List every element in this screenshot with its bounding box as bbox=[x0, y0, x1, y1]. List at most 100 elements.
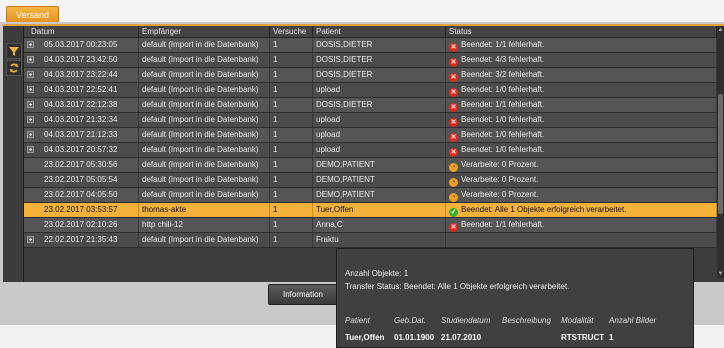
cell-empfaenger: default (Import in die Datenbank) bbox=[139, 158, 270, 172]
cell-patient: Tuer,Offen bbox=[313, 203, 446, 217]
table-row[interactable]: 04.03.2017 23:42:50 default (Import in di… bbox=[24, 53, 717, 68]
table-row[interactable]: 04.03.2017 21:32:34 default (Import in di… bbox=[24, 113, 717, 128]
transfer-panel: Datum Empfänger Versuche Patient Status … bbox=[3, 24, 724, 282]
progress-icon: ◔ bbox=[449, 163, 458, 172]
toolbar-sidebar bbox=[3, 26, 24, 282]
table-row[interactable]: 23.02.2017 03:53:57 thomas-akte 1 Tuer,Offe… bbox=[24, 203, 717, 218]
table-row[interactable]: 23.02.2017 05:05:54 default (Import in di… bbox=[24, 173, 717, 188]
tooltip-transfer-status: Transfer Status: Beendet: Alle 1 Objekte… bbox=[345, 282, 570, 291]
cell-empfaenger: default (Import in die Datenbank) bbox=[139, 68, 270, 82]
cell-datum: 05.03.2017 00:23:05 bbox=[24, 38, 139, 52]
cell-status: ✕ Beendet: 1/0 fehlerhaft. bbox=[446, 128, 717, 142]
cell-versuche: 1 bbox=[270, 233, 313, 247]
cell-versuche: 1 bbox=[270, 98, 313, 112]
tooltip-value-studiendatum: 21.07.2010 bbox=[441, 333, 482, 342]
table-row[interactable]: 04.03.2017 21:12:33 default (Import in di… bbox=[24, 128, 717, 143]
table-row[interactable]: 23.02.2017 05:30:56 default (Import in di… bbox=[24, 158, 717, 173]
tab-bar: Versand bbox=[0, 0, 724, 23]
table-row[interactable]: 04.03.2017 22:12:38 default (Import in di… bbox=[24, 98, 717, 113]
cell-status bbox=[446, 233, 717, 247]
progress-icon: ◔ bbox=[449, 193, 458, 202]
tooltip-value-anzahl-bilder: 1 bbox=[609, 333, 614, 342]
status-text: Verarbeite: 0 Prozent. bbox=[461, 160, 539, 169]
error-icon: ✕ bbox=[449, 88, 458, 97]
cell-datum: 23.02.2017 04:05:50 bbox=[24, 188, 139, 202]
cell-empfaenger: http chili-12 bbox=[139, 218, 270, 232]
tooltip-value-geb-dat: 01.01.1900 bbox=[394, 333, 435, 342]
status-text: Beendet: 1/1 fehlerhaft. bbox=[461, 100, 545, 109]
tooltip-header-patient: Patient bbox=[345, 316, 370, 325]
cell-empfaenger: default (Import in die Datenbank) bbox=[139, 233, 270, 247]
status-text: Beendet: 1/1 fehlerhaft. bbox=[461, 220, 545, 229]
cell-status: ✕ Beendet: 1/1 fehlerhaft. bbox=[446, 218, 717, 232]
table-row[interactable]: 22.02.2017 21:35:43 default (Import in di… bbox=[24, 233, 717, 248]
error-icon: ✕ bbox=[449, 58, 458, 67]
cell-empfaenger: default (Import in die Datenbank) bbox=[139, 188, 270, 202]
error-icon: ✕ bbox=[449, 223, 458, 232]
scroll-down-icon[interactable]: ▼ bbox=[717, 270, 724, 278]
tooltip-object-count: Anzahl Objekte: 1 bbox=[345, 269, 409, 278]
cell-status: ✕ Beendet: 1/1 fehlerhaft. bbox=[446, 98, 717, 112]
status-text: Beendet: 1/0 fehlerhaft. bbox=[461, 130, 545, 139]
vertical-scrollbar[interactable]: ▲ ▼ bbox=[717, 26, 724, 278]
information-button[interactable]: Information bbox=[268, 284, 338, 305]
cell-status: ✕ Beendet: 3/2 fehlerhaft. bbox=[446, 68, 717, 82]
cell-versuche: 1 bbox=[270, 173, 313, 187]
transfer-table: Datum Empfänger Versuche Patient Status … bbox=[24, 26, 717, 278]
tooltip-header-studiendatum: Studiendatum bbox=[441, 316, 491, 325]
cell-empfaenger: default (Import in die Datenbank) bbox=[139, 113, 270, 127]
cell-patient: DEMO,PATIENT bbox=[313, 173, 446, 187]
column-empfaenger[interactable]: Empfänger bbox=[139, 26, 270, 37]
table-row[interactable]: 04.03.2017 22:52:41 default (Import in di… bbox=[24, 83, 717, 98]
column-patient[interactable]: Patient bbox=[313, 26, 446, 37]
table-row[interactable]: 23.02.2017 04:05:50 default (Import in di… bbox=[24, 188, 717, 203]
filter-button[interactable] bbox=[6, 43, 22, 59]
cell-datum: 04.03.2017 21:12:33 bbox=[24, 128, 139, 142]
transfer-tooltip: Anzahl Objekte: 1 Transfer Status: Beend… bbox=[336, 248, 694, 348]
cell-empfaenger: thomas-akte bbox=[139, 203, 270, 217]
cell-empfaenger: default (Import in die Datenbank) bbox=[139, 83, 270, 97]
column-versuche[interactable]: Versuche bbox=[270, 26, 313, 37]
tooltip-value-modalitaet: RTSTRUCT bbox=[561, 333, 605, 342]
refresh-icon bbox=[9, 63, 19, 73]
status-text: Beendet: 3/2 fehlerhaft. bbox=[461, 70, 545, 79]
table-row[interactable]: 05.03.2017 00:23:05 default (Import in di… bbox=[24, 38, 717, 53]
status-text: Beendet: 1/0 fehlerhaft. bbox=[461, 115, 545, 124]
cell-status: ✓ Beendet: Alle 1 Objekte erfolgreich ver… bbox=[446, 203, 717, 217]
cell-patient: upload bbox=[313, 83, 446, 97]
status-text: Beendet: Alle 1 Objekte erfolgreich vera… bbox=[461, 205, 627, 214]
cell-datum: 23.02.2017 05:30:56 bbox=[24, 158, 139, 172]
progress-icon: ◔ bbox=[449, 178, 458, 187]
cell-versuche: 1 bbox=[270, 53, 313, 67]
cell-versuche: 1 bbox=[270, 83, 313, 97]
cell-datum: 04.03.2017 22:52:41 bbox=[24, 83, 139, 97]
cell-patient: DOSIS,DIETER bbox=[313, 53, 446, 67]
status-text: Beendet: 1/0 fehlerhaft. bbox=[461, 85, 545, 94]
column-datum[interactable]: Datum bbox=[24, 26, 139, 37]
tooltip-header-anzahl-bilder: Anzahl Bilder bbox=[609, 316, 657, 325]
column-status[interactable]: Status bbox=[446, 26, 717, 37]
scroll-thumb[interactable] bbox=[718, 94, 723, 214]
status-text: Verarbeite: 0 Prozent. bbox=[461, 190, 539, 199]
cell-patient: upload bbox=[313, 143, 446, 157]
status-text: Beendet: 1/0 fehlerhaft. bbox=[461, 145, 545, 154]
scroll-up-icon[interactable]: ▲ bbox=[717, 26, 724, 34]
table-row[interactable]: 23.02.2017 02:10:26 http chili-12 1 Anna,C ✕… bbox=[24, 218, 717, 233]
filter-icon bbox=[9, 47, 19, 56]
table-row[interactable]: 04.03.2017 20:57:32 default (Import in di… bbox=[24, 143, 717, 158]
cell-empfaenger: default (Import in die Datenbank) bbox=[139, 98, 270, 112]
cell-empfaenger: default (Import in die Datenbank) bbox=[139, 143, 270, 157]
cell-patient: DEMO,PATIENT bbox=[313, 188, 446, 202]
tooltip-header-beschreibung: Beschreibung bbox=[502, 316, 551, 325]
table-row[interactable]: 04.03.2017 23:22:44 default (Import in di… bbox=[24, 68, 717, 83]
refresh-button[interactable] bbox=[6, 60, 22, 76]
status-text: Beendet: 1/1 fehlerhaft. bbox=[461, 40, 545, 49]
cell-datum: 04.03.2017 23:22:44 bbox=[24, 68, 139, 82]
tab-versand[interactable]: Versand bbox=[6, 6, 60, 23]
cell-versuche: 1 bbox=[270, 113, 313, 127]
cell-patient: upload bbox=[313, 128, 446, 142]
cell-empfaenger: default (Import in die Datenbank) bbox=[139, 128, 270, 142]
tooltip-value-patient: Tuer,Offen bbox=[345, 333, 385, 342]
cell-versuche: 1 bbox=[270, 188, 313, 202]
cell-datum: 23.02.2017 03:53:57 bbox=[24, 203, 139, 217]
